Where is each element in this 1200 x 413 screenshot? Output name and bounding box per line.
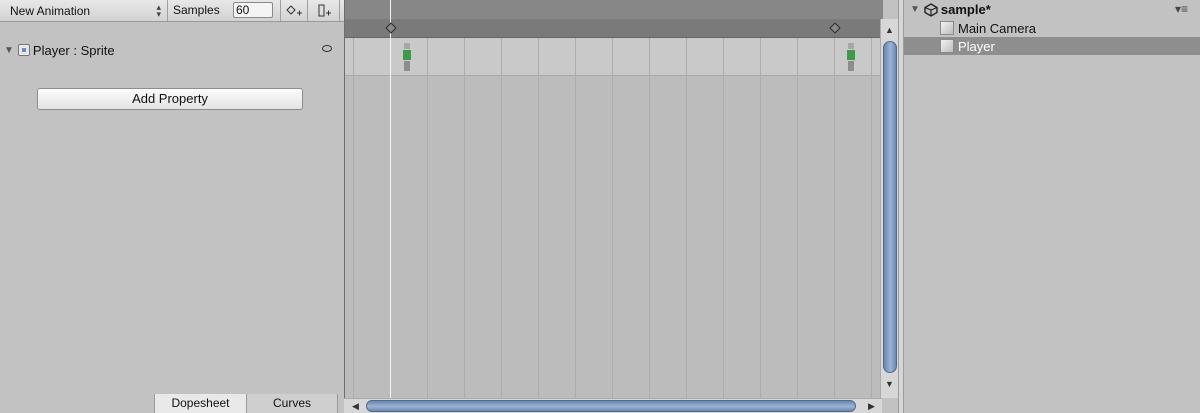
hierarchy-item-label: Main Camera (958, 20, 1037, 36)
grid-line (871, 38, 872, 398)
tab-curves[interactable]: Curves (246, 394, 338, 413)
hierarchy-panel: ▼ sample* ▾≡ Main Camera Player (904, 0, 1200, 413)
eye-icon[interactable] (322, 45, 332, 52)
foldout-arrow-icon[interactable]: ▼ (910, 4, 920, 15)
sprite-keyframe-thumbnail[interactable] (402, 43, 412, 73)
clip-name: New Animation (10, 3, 91, 18)
grid-line (686, 38, 687, 398)
clip-select[interactable]: New Animation ▴ ▾ (0, 0, 168, 21)
grid-line (612, 38, 613, 398)
add-event-icon (318, 4, 331, 16)
summary-keyframe-row[interactable] (345, 19, 883, 38)
scene-row[interactable]: ▼ sample* ▾≡ (904, 0, 1200, 19)
add-keyframe-button[interactable] (280, 0, 308, 21)
unity-logo-icon (924, 2, 938, 17)
add-event-button[interactable] (308, 0, 340, 21)
vertical-scrollbar[interactable]: ▲ ▼ (880, 19, 898, 398)
playhead[interactable] (390, 0, 391, 398)
property-row[interactable]: ▼ Player : Sprite (0, 38, 344, 62)
grid-line (760, 38, 761, 398)
hierarchy-item-player[interactable]: Player (904, 37, 1200, 55)
property-label: Player : Sprite (32, 42, 115, 58)
grid-line (464, 38, 465, 398)
scene-name: sample* (940, 2, 991, 17)
scroll-up-arrow-icon[interactable]: ▲ (881, 23, 898, 38)
menu-icon[interactable]: ▾≡ (1175, 2, 1188, 16)
time-ruler[interactable] (345, 0, 883, 19)
add-property-button[interactable]: Add Property (37, 88, 303, 110)
gameobject-cube-icon (940, 21, 954, 35)
dopesheet-grid[interactable] (345, 38, 883, 398)
samples-label: Samples (173, 3, 220, 17)
scroll-left-arrow-icon[interactable]: ◀ (348, 399, 363, 413)
view-tabs: Dopesheet Curves (0, 394, 344, 413)
grid-line (723, 38, 724, 398)
tab-dopesheet[interactable]: Dopesheet (154, 394, 246, 413)
horizontal-scroll-thumb[interactable] (366, 400, 856, 412)
grid-line (538, 38, 539, 398)
horizontal-scrollbar[interactable]: ◀ ▶ (344, 398, 882, 413)
animation-toolbar: New Animation ▴ ▾ Samples 60 (0, 0, 344, 22)
gameobject-cube-icon (940, 39, 954, 53)
add-keyframe-icon (286, 4, 302, 15)
up-down-arrows-icon: ▴ ▾ (156, 2, 161, 19)
scroll-right-arrow-icon[interactable]: ▶ (864, 399, 879, 413)
foldout-arrow-icon[interactable]: ▼ (4, 45, 14, 56)
grid-line (797, 38, 798, 398)
samples-field[interactable]: 60 (233, 2, 273, 18)
grid-line (353, 38, 354, 398)
hierarchy-item-label: Player (958, 38, 995, 54)
sprite-keyframe-row[interactable] (345, 38, 883, 76)
vertical-scroll-thumb[interactable] (883, 41, 897, 373)
sprite-keyframe-thumbnail[interactable] (846, 43, 856, 73)
sprite-renderer-icon (17, 44, 30, 56)
hierarchy-item-main-camera[interactable]: Main Camera (904, 19, 1200, 37)
grid-line (834, 38, 835, 398)
grid-line (501, 38, 502, 398)
grid-line (427, 38, 428, 398)
property-panel: New Animation ▴ ▾ Samples 60 ▼ Player: … (0, 0, 344, 413)
grid-line (575, 38, 576, 398)
timeline-area[interactable] (344, 0, 883, 413)
scroll-down-arrow-icon[interactable]: ▼ (881, 377, 898, 392)
grid-line (649, 38, 650, 398)
